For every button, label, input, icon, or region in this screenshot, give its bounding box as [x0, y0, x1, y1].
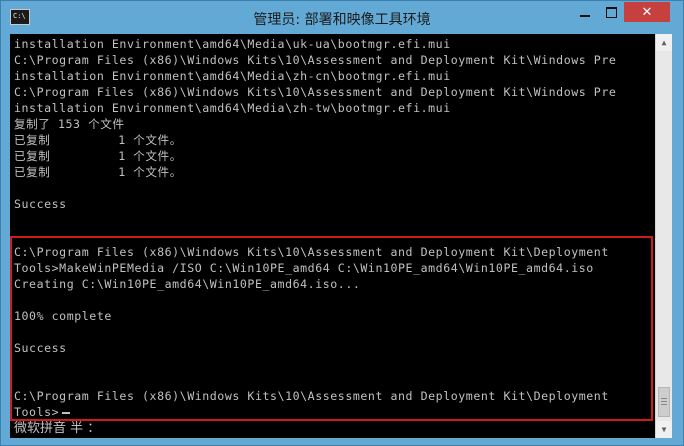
ime-status-bar[interactable]: 微软拼音 半 ：	[10, 420, 655, 438]
console-output[interactable]: installation Environment\amd64\Media\uk-…	[10, 34, 655, 438]
console-line: C:\Program Files (x86)\Windows Kits\10\A…	[14, 85, 617, 99]
console-line: 已复制 1 个文件。	[14, 165, 182, 179]
console-line: 100% complete	[14, 309, 112, 323]
console-line: installation Environment\amd64\Media\zh-…	[14, 69, 451, 83]
console-line: installation Environment\amd64\Media\zh-…	[14, 101, 451, 115]
console-line: Success	[14, 341, 67, 355]
close-button[interactable]: ✕	[624, 2, 670, 22]
console-prompt-line: Tools>	[14, 405, 60, 419]
minimize-icon	[580, 14, 590, 17]
scroll-up-arrow-icon[interactable]: ▲	[656, 34, 672, 51]
console-line: Creating C:\Win10PE_amd64\Win10PE_amd64.…	[14, 277, 361, 291]
scroll-down-arrow-icon[interactable]: ▼	[656, 421, 672, 438]
minimize-button[interactable]	[572, 2, 598, 22]
console-window: C:\ 管理员: 部署和映像工具环境 ✕ installation Enviro…	[0, 0, 684, 446]
maximize-button[interactable]	[598, 2, 624, 22]
console-line: Tools>MakeWinPEMedia /ISO C:\Win10PE_amd…	[14, 261, 594, 275]
console-line: 已复制 1 个文件。	[14, 149, 182, 163]
maximize-icon	[605, 6, 617, 18]
console-line: installation Environment\amd64\Media\uk-…	[14, 37, 451, 51]
console-line: C:\Program Files (x86)\Windows Kits\10\A…	[14, 53, 617, 67]
vertical-scrollbar[interactable]: ▲ ▼	[655, 34, 672, 438]
text-cursor	[62, 412, 70, 414]
console-line: Success	[14, 197, 67, 211]
close-icon: ✕	[641, 4, 653, 20]
console-line: C:\Program Files (x86)\Windows Kits\10\A…	[14, 245, 609, 259]
console-line: C:\Program Files (x86)\Windows Kits\10\A…	[14, 389, 609, 403]
console-line: 已复制 1 个文件。	[14, 133, 182, 147]
scrollbar-thumb[interactable]	[658, 387, 670, 417]
console-line: 复制了 153 个文件	[14, 117, 125, 131]
